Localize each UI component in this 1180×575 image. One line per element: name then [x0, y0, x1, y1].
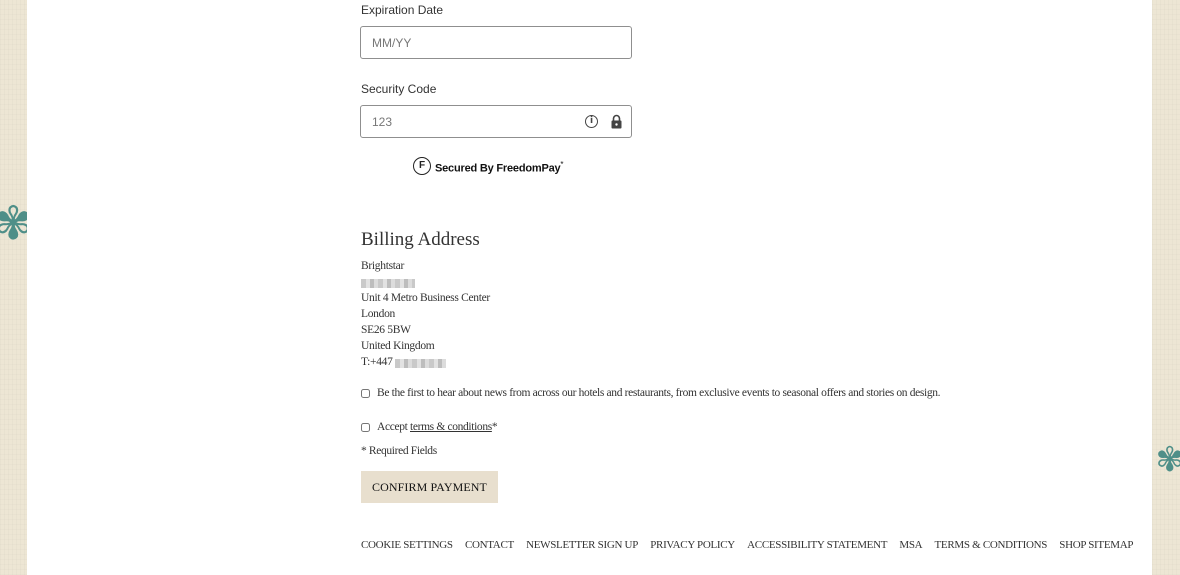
footer-link-shop-sitemap[interactable]: SHOP SITEMAP: [1059, 539, 1133, 551]
info-circle-icon[interactable]: i: [585, 115, 598, 128]
footer-link-msa[interactable]: MSA: [899, 539, 922, 551]
expiration-date-input[interactable]: [372, 35, 572, 51]
required-asterisk: *: [491, 421, 498, 433]
footer-link-cookie-settings[interactable]: COOKIE SETTINGS: [361, 539, 453, 551]
redacted-name: [361, 279, 415, 288]
security-code-field[interactable]: i: [360, 105, 632, 138]
billing-country: United Kingdom: [361, 340, 435, 352]
secured-by-freedompay: Secured By FreedomPay*: [435, 160, 564, 175]
expiration-date-field[interactable]: [360, 26, 632, 59]
billing-company: Brightstar: [361, 260, 404, 272]
terms-consent-text: Accept terms & conditions*: [377, 421, 498, 433]
footer-link-accessibility-statement[interactable]: ACCESSIBILITY STATEMENT: [747, 539, 887, 551]
footer-link-privacy-policy[interactable]: PRIVACY POLICY: [650, 539, 735, 551]
billing-phone: T:+447: [361, 356, 393, 368]
billing-city: London: [361, 308, 395, 320]
billing-address-title: Billing Address: [361, 229, 480, 250]
footer-link-contact[interactable]: CONTACT: [465, 539, 514, 551]
content-panel: [27, 0, 1152, 575]
security-code-label: Security Code: [361, 82, 437, 96]
accept-label: Accept: [377, 421, 410, 433]
newsletter-checkbox[interactable]: [361, 389, 370, 398]
confirm-payment-button[interactable]: CONFIRM PAYMENT: [361, 471, 498, 503]
billing-postcode: SE26 5BW: [361, 324, 411, 336]
expiration-date-label: Expiration Date: [361, 3, 444, 17]
footer-nav: COOKIE SETTINGS CONTACT NEWSLETTER SIGN UP…: [361, 535, 1133, 551]
secured-by-mark: *: [560, 160, 564, 169]
terms-checkbox[interactable]: [361, 423, 370, 432]
floral-decoration-right: ✾: [1155, 440, 1180, 480]
newsletter-consent-text: Be the first to hear about news from acr…: [377, 387, 941, 399]
required-fields-note: * Required Fields: [361, 445, 437, 457]
terms-conditions-link[interactable]: terms & conditions: [410, 421, 492, 433]
secured-by-text: Secured By FreedomPay: [435, 162, 561, 175]
lock-icon: [611, 114, 622, 129]
security-code-input[interactable]: [372, 114, 562, 130]
redacted-phone: [395, 359, 446, 368]
footer-link-newsletter-sign-up[interactable]: NEWSLETTER SIGN UP: [526, 539, 638, 551]
billing-street: Unit 4 Metro Business Center: [361, 292, 490, 304]
freedompay-logo-icon: F: [413, 157, 431, 175]
footer-link-terms-conditions[interactable]: TERMS & CONDITIONS: [935, 539, 1048, 551]
